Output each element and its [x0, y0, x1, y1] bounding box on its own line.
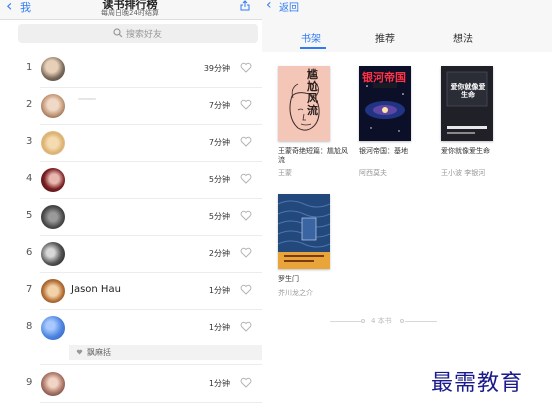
list-item[interactable]: 8 1分钟	[0, 310, 262, 347]
page-subtitle: 每周日晚24时结算	[101, 9, 159, 17]
cover-title-text: 爱你就像爱生命	[450, 83, 486, 99]
rank-number: 4	[26, 173, 33, 184]
watermark-text: 最需教育	[431, 371, 524, 396]
chevron-left-icon[interactable]: ‹	[6, 0, 12, 15]
read-duration: 2分钟	[208, 249, 230, 258]
heart-icon[interactable]	[240, 99, 252, 110]
book-cover[interactable]: 爱你就像爱生命	[441, 66, 493, 141]
rank-number: 6	[26, 247, 33, 258]
leaderboard-panel: ‹ 我 读书排行榜 每周日晚24时结算 搜索好友 1 39分钟 2 7分钟 3	[0, 0, 262, 412]
heart-icon[interactable]	[240, 136, 252, 147]
heart-icon[interactable]	[240, 321, 252, 332]
tab-bookshelf[interactable]: 书架	[301, 30, 321, 45]
rank-number: 3	[26, 136, 33, 147]
read-duration: 1分钟	[208, 323, 230, 332]
like-user-name: 飘麻括	[87, 348, 111, 357]
book-author: 芥川龙之介	[278, 289, 313, 297]
heart-icon[interactable]	[240, 210, 252, 221]
list-item[interactable]: 2 7分钟	[0, 88, 262, 125]
heart-icon[interactable]	[240, 377, 252, 388]
read-duration: 1分钟	[208, 379, 230, 388]
list-item[interactable]: 1 39分钟	[0, 51, 262, 88]
search-input[interactable]: 搜索好友	[18, 24, 258, 43]
heart-icon[interactable]	[240, 173, 252, 184]
cover-title-text: 银河帝国	[362, 71, 406, 84]
user-name-placeholder	[78, 98, 96, 100]
search-placeholder: 搜索好友	[126, 30, 163, 40]
back-button[interactable]: 返回	[279, 0, 299, 14]
list-item[interactable]: 3 7分钟	[0, 125, 262, 162]
back-button[interactable]: 我	[20, 0, 31, 15]
book-author: 王蒙	[278, 169, 292, 177]
read-duration: 5分钟	[208, 175, 230, 184]
heart-icon	[76, 349, 83, 355]
book-cover[interactable]: 尴尬风流	[278, 66, 330, 141]
list-item[interactable]: 5 5分钟	[0, 199, 262, 236]
avatar[interactable]	[41, 372, 65, 396]
read-duration: 39分钟	[203, 64, 230, 73]
avatar[interactable]	[41, 131, 65, 155]
list-item[interactable]: 9 1分钟	[0, 366, 262, 403]
bookshelf-panel: ‹ 返回 书架 推荐 想法 尴尬风流 王蒙奇绝短篇：尴尬风流 王蒙 银河帝国 银…	[262, 0, 552, 412]
bookshelf-header: ‹ 返回 书架 推荐 想法	[262, 0, 552, 52]
rank-number: 9	[26, 377, 33, 388]
heart-icon[interactable]	[240, 284, 252, 295]
avatar[interactable]	[41, 94, 65, 118]
book-title: 王蒙奇绝短篇：尴尬风流	[278, 147, 348, 164]
heart-icon[interactable]	[240, 247, 252, 258]
list-item[interactable]: 6 2分钟	[0, 236, 262, 273]
avatar[interactable]	[41, 279, 65, 303]
read-duration: 5分钟	[208, 212, 230, 221]
user-name: Jason Hau	[71, 284, 121, 295]
rank-number: 7	[26, 284, 33, 295]
book-title: 罗生门	[278, 275, 299, 283]
avatar[interactable]	[41, 168, 65, 192]
leaderboard-header: ‹ 我 读书排行榜 每周日晚24时结算	[0, 0, 262, 20]
active-tab-indicator	[300, 47, 326, 49]
read-duration: 7分钟	[208, 101, 230, 110]
book-author: 王小波 李银河	[441, 169, 486, 177]
like-indicator: 飘麻括	[69, 345, 262, 360]
share-icon[interactable]	[240, 0, 250, 11]
book-cover[interactable]: 银河帝国	[359, 66, 411, 141]
book-count-footer: 4 本书	[330, 316, 440, 328]
chevron-left-icon[interactable]: ‹	[266, 0, 272, 13]
avatar[interactable]	[41, 205, 65, 229]
book-cover[interactable]	[278, 194, 330, 269]
heart-icon[interactable]	[240, 62, 252, 73]
avatar[interactable]	[41, 242, 65, 266]
avatar[interactable]	[41, 57, 65, 81]
book-count: 4 本书	[371, 317, 392, 325]
read-duration: 7分钟	[208, 138, 230, 147]
rank-number: 2	[26, 99, 33, 110]
tab-recommend[interactable]: 推荐	[375, 30, 395, 45]
read-duration: 1分钟	[208, 286, 230, 295]
list-item[interactable]: 4 5分钟	[0, 162, 262, 199]
rank-number: 5	[26, 210, 33, 221]
cover-title-text: 尴尬风流	[307, 68, 318, 117]
rank-number: 1	[26, 62, 33, 73]
list-item[interactable]: 7 Jason Hau 1分钟	[0, 273, 262, 310]
book-title: 银河帝国：基地	[359, 147, 408, 155]
avatar[interactable]	[41, 316, 65, 340]
book-title: 爱你就像爱生命	[441, 147, 490, 155]
tab-thoughts[interactable]: 想法	[453, 30, 473, 45]
book-author: 阿西莫夫	[359, 169, 387, 177]
rank-number: 8	[26, 321, 33, 332]
search-icon	[113, 28, 123, 38]
